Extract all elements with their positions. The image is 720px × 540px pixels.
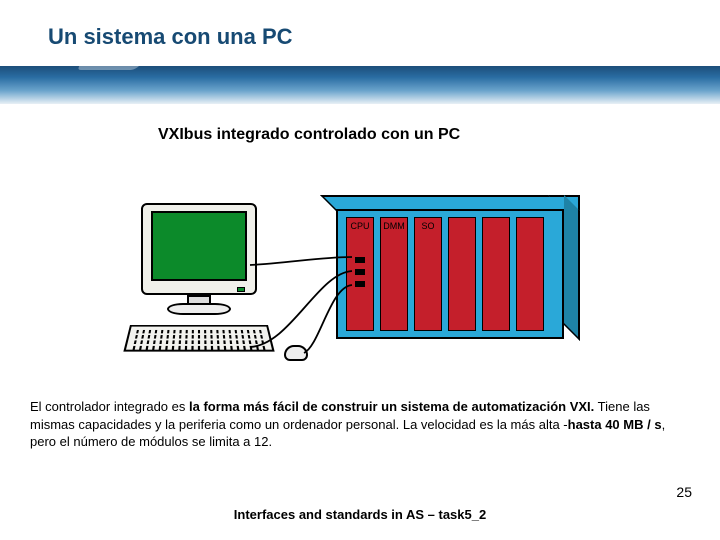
cable-monitor <box>130 195 590 385</box>
page-number: 25 <box>676 484 692 500</box>
text-run: El controlador integrado es <box>30 399 189 414</box>
slide-title: Un sistema con una PC <box>48 24 293 50</box>
text-bold: la forma más fácil de construir un siste… <box>189 399 594 414</box>
diagram: CPU DMM SO <box>130 195 590 385</box>
text-bold: hasta 40 MB / s <box>568 417 662 432</box>
footer-text: Interfaces and standards in AS – task5_2 <box>0 507 720 522</box>
slide-subtitle: VXIbus integrado controlado con un PC <box>158 126 460 144</box>
body-text: El controlador integrado es la forma más… <box>30 398 690 451</box>
text-run: Tiene <box>594 399 633 414</box>
header-band <box>0 0 720 120</box>
